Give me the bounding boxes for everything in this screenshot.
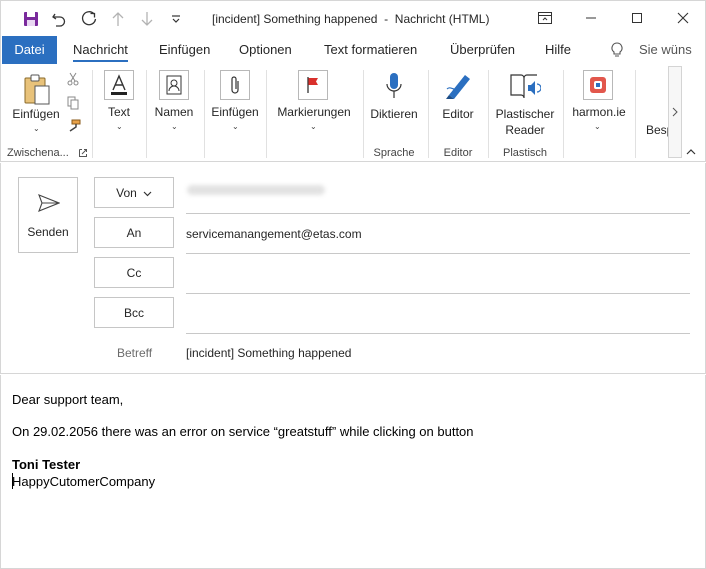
immersive-reader-icon[interactable]: [508, 70, 542, 102]
minimize-button[interactable]: [571, 3, 611, 33]
subject-field[interactable]: [incident] Something happened: [186, 346, 351, 360]
harmonie-button[interactable]: harmon.ie: [569, 105, 629, 119]
text-button[interactable]: Text: [101, 105, 137, 119]
send-label: Senden: [27, 225, 69, 239]
clipboard-group-label: Zwischena...: [7, 147, 69, 159]
from-label: Von: [116, 185, 137, 200]
send-button[interactable]: Senden: [18, 177, 78, 253]
ribbon-separator: [146, 70, 147, 158]
ribbon-display-options-icon[interactable]: [525, 3, 565, 33]
names-dropdown-icon[interactable]: ⌄: [171, 122, 178, 131]
harmonie-dropdown-icon[interactable]: ⌄: [594, 122, 601, 131]
ribbon-tabs: Datei Nachricht Einfügen Optionen Text f…: [0, 36, 706, 64]
close-button[interactable]: [663, 3, 703, 33]
ribbon-scroll-right-button[interactable]: [668, 66, 682, 158]
collapse-ribbon-icon[interactable]: [685, 146, 697, 158]
editor-icon[interactable]: [442, 70, 474, 102]
tell-me-search[interactable]: Sie wüns: [639, 36, 692, 64]
save-icon[interactable]: [17, 7, 45, 31]
tab-options[interactable]: Optionen: [239, 36, 292, 64]
tags-button[interactable]: Markierungen: [275, 105, 353, 119]
insert-button[interactable]: Einfügen: [209, 105, 261, 119]
tab-message[interactable]: Nachricht: [73, 36, 128, 64]
bcc-label: Bcc: [123, 305, 144, 320]
cc-label: Cc: [126, 265, 142, 280]
ribbon-separator: [563, 70, 564, 158]
bcc-field[interactable]: [186, 333, 690, 334]
voice-group-label: Sprache: [373, 147, 415, 159]
ribbon-separator: [635, 70, 636, 158]
text-dropdown-icon[interactable]: ⌄: [116, 122, 123, 131]
dictate-button[interactable]: Diktieren: [367, 107, 421, 121]
body-greeting: Dear support team,: [12, 392, 124, 407]
to-field[interactable]: servicemanangement@etas.com: [186, 227, 362, 241]
paste-icon[interactable]: [21, 72, 53, 108]
paste-button[interactable]: Einfügen: [11, 107, 61, 121]
cc-button[interactable]: Cc: [94, 257, 174, 288]
compose-header: Senden Von An servicemanangement@etas.co…: [0, 163, 706, 374]
paste-dropdown-icon[interactable]: ⌄: [33, 124, 40, 133]
overflow-group-label: Besp: [646, 123, 668, 137]
send-icon: [38, 193, 60, 213]
from-button[interactable]: Von: [94, 177, 174, 208]
microphone-icon[interactable]: [379, 70, 409, 102]
tab-review[interactable]: Überprüfen: [450, 36, 515, 64]
insert-dropdown-icon[interactable]: ⌄: [232, 122, 239, 131]
body-line: On 29.02.2056 there was an error on serv…: [12, 424, 474, 439]
ribbon-separator: [363, 70, 364, 158]
from-underline: [186, 213, 690, 214]
ribbon-separator: [488, 70, 489, 158]
ribbon-separator: [204, 70, 205, 158]
bcc-button[interactable]: Bcc: [94, 297, 174, 328]
chevron-down-icon: [143, 186, 152, 200]
message-body[interactable]: Dear support team, On 29.02.2056 there w…: [0, 375, 706, 569]
arrow-up-icon[interactable]: [104, 7, 132, 31]
editor-group-label: Editor: [443, 147, 473, 159]
window-title: [incident] Something happened - Nachrich…: [212, 12, 490, 26]
cut-icon[interactable]: [66, 72, 80, 86]
dialog-launcher-icon[interactable]: [79, 149, 87, 157]
ribbon-separator: [266, 70, 267, 158]
harmonie-icon[interactable]: [583, 70, 613, 100]
tab-file[interactable]: Datei: [2, 36, 57, 64]
undo-icon[interactable]: [45, 7, 73, 31]
immersive-group-label: Plastisch: [502, 147, 548, 159]
from-address-redacted: [187, 185, 325, 195]
address-book-icon[interactable]: [159, 70, 189, 100]
copy-icon[interactable]: [66, 96, 80, 110]
redo-icon[interactable]: [75, 7, 103, 31]
flag-icon[interactable]: [298, 70, 328, 100]
customize-qat-icon[interactable]: [162, 7, 190, 31]
signature-name: Toni Tester: [12, 457, 81, 472]
title-bar: [incident] Something happened - Nachrich…: [0, 0, 706, 36]
text-icon[interactable]: [104, 70, 134, 100]
to-underline: [186, 253, 690, 254]
tags-dropdown-icon[interactable]: ⌄: [310, 122, 317, 131]
lightbulb-icon[interactable]: [610, 42, 624, 58]
names-button[interactable]: Namen: [151, 105, 197, 119]
immersive-reader-button-line2[interactable]: Reader: [493, 123, 557, 137]
ribbon: Einfügen ⌄ Zwischena... Text ⌄ Namen ⌄ E…: [0, 64, 706, 162]
arrow-down-icon[interactable]: [133, 7, 161, 31]
to-label: An: [126, 225, 142, 240]
tab-format-text[interactable]: Text formatieren: [324, 36, 417, 64]
attach-icon[interactable]: [220, 70, 250, 100]
subject-label: Betreff: [117, 346, 153, 360]
signature-company: HappyCutomerCompany: [12, 474, 156, 489]
cc-field[interactable]: [186, 293, 690, 294]
editor-button[interactable]: Editor: [437, 107, 479, 121]
format-painter-icon[interactable]: [65, 119, 81, 133]
ribbon-separator: [428, 70, 429, 158]
tab-insert[interactable]: Einfügen: [159, 36, 210, 64]
immersive-reader-button[interactable]: Plastischer: [493, 107, 557, 121]
to-button[interactable]: An: [94, 217, 174, 248]
ribbon-separator: [92, 70, 93, 158]
text-cursor: [12, 473, 13, 489]
tab-help[interactable]: Hilfe: [545, 36, 571, 64]
maximize-button[interactable]: [617, 3, 657, 33]
